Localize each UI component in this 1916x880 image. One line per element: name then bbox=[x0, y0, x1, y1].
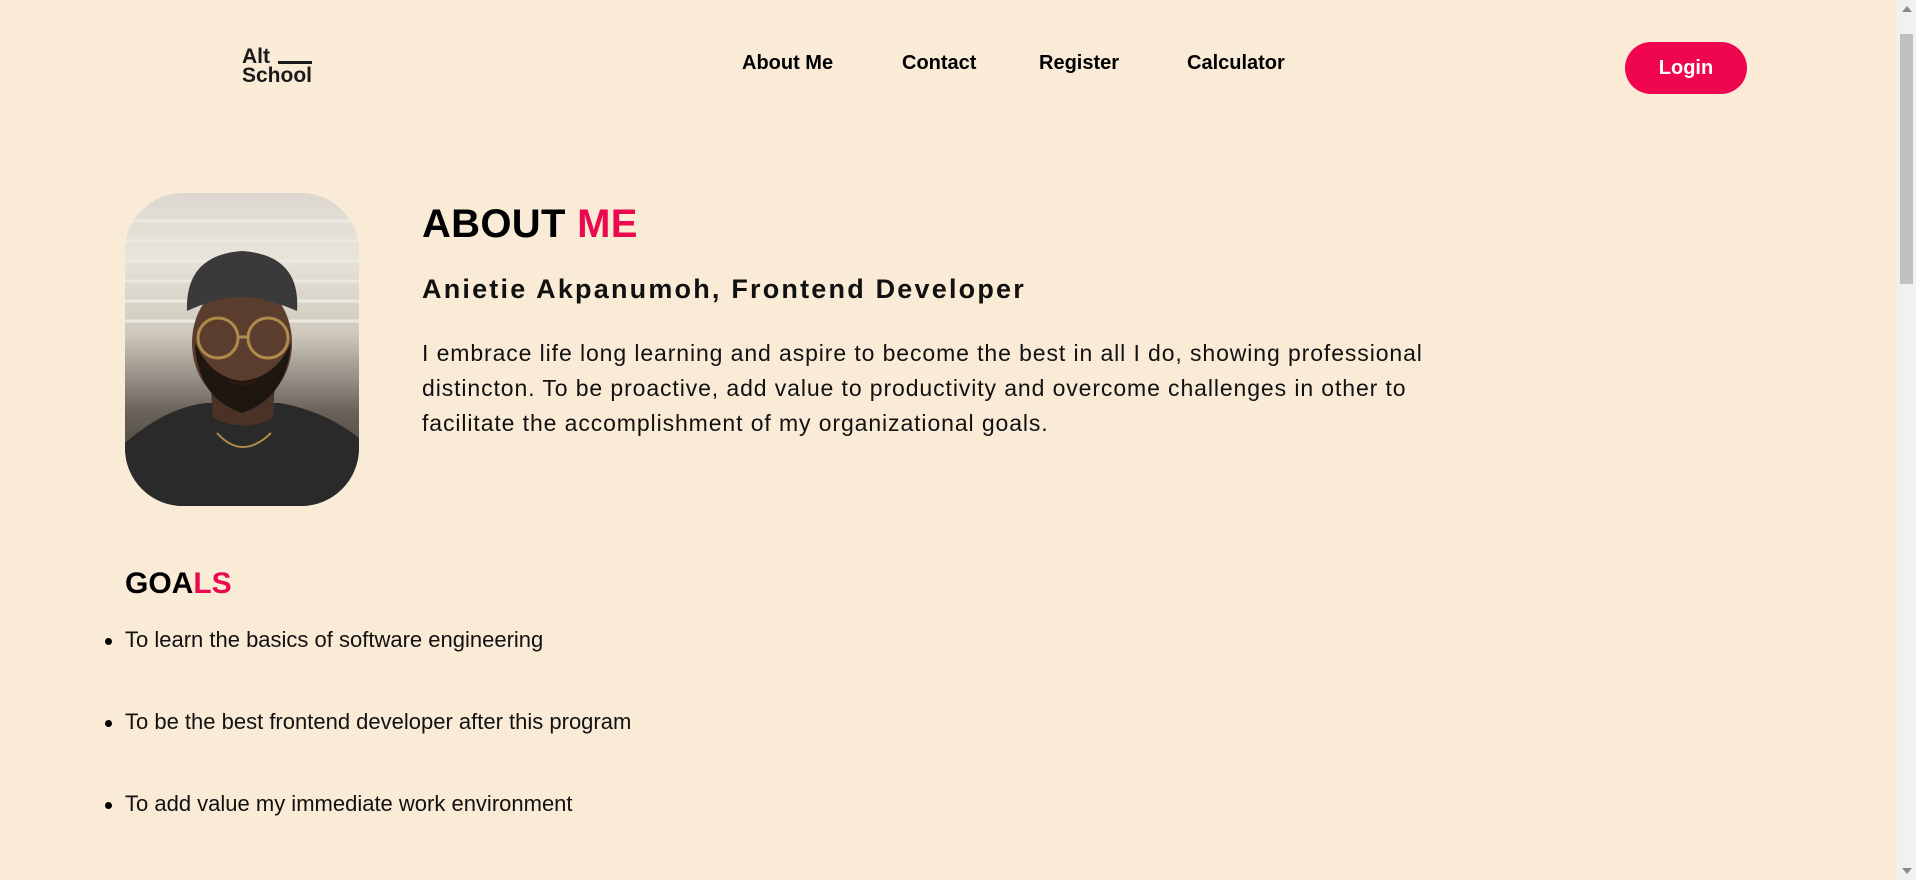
scrollbar-thumb[interactable] bbox=[1900, 34, 1913, 284]
about-me-heading: ABOUT ME bbox=[422, 201, 638, 247]
profile-photo-illustration bbox=[125, 219, 359, 506]
goal-item: To be the best frontend developer after … bbox=[104, 706, 631, 788]
about-heading-accent: ME bbox=[577, 202, 638, 246]
profile-name-role: Anietie Akpanumoh, Frontend Developer bbox=[422, 274, 1026, 304]
nav-link-about-me[interactable]: About Me bbox=[742, 52, 833, 75]
nav-link-calculator[interactable]: Calculator bbox=[1187, 52, 1285, 75]
altschool-logo[interactable]: Alt School bbox=[242, 46, 318, 86]
nav-link-register[interactable]: Register bbox=[1039, 52, 1119, 75]
nav-link-contact[interactable]: Contact bbox=[902, 52, 976, 75]
goals-list: To learn the basics of software engineer… bbox=[104, 624, 631, 870]
site-header: Alt School About Me Contact Register Cal… bbox=[0, 0, 1897, 136]
bio-paragraph: I embrace life long learning and aspire … bbox=[422, 340, 1423, 436]
goals-heading: GOALS bbox=[125, 566, 232, 602]
page: Alt School About Me Contact Register Cal… bbox=[0, 0, 1897, 880]
profile-photo bbox=[125, 193, 359, 506]
goals-heading-main: GOA bbox=[125, 567, 194, 600]
login-button[interactable]: Login bbox=[1625, 42, 1747, 94]
logo-line-2: School bbox=[242, 64, 313, 87]
goals-heading-accent: LS bbox=[193, 567, 232, 600]
goal-item: To learn the basics of software engineer… bbox=[104, 624, 631, 706]
vertical-scrollbar[interactable] bbox=[1897, 0, 1916, 880]
goal-item: To add value my immediate work environme… bbox=[104, 788, 631, 870]
scroll-down-arrow-icon[interactable] bbox=[1902, 868, 1912, 874]
about-heading-main: ABOUT bbox=[422, 202, 578, 246]
scroll-up-arrow-icon[interactable] bbox=[1902, 6, 1912, 12]
